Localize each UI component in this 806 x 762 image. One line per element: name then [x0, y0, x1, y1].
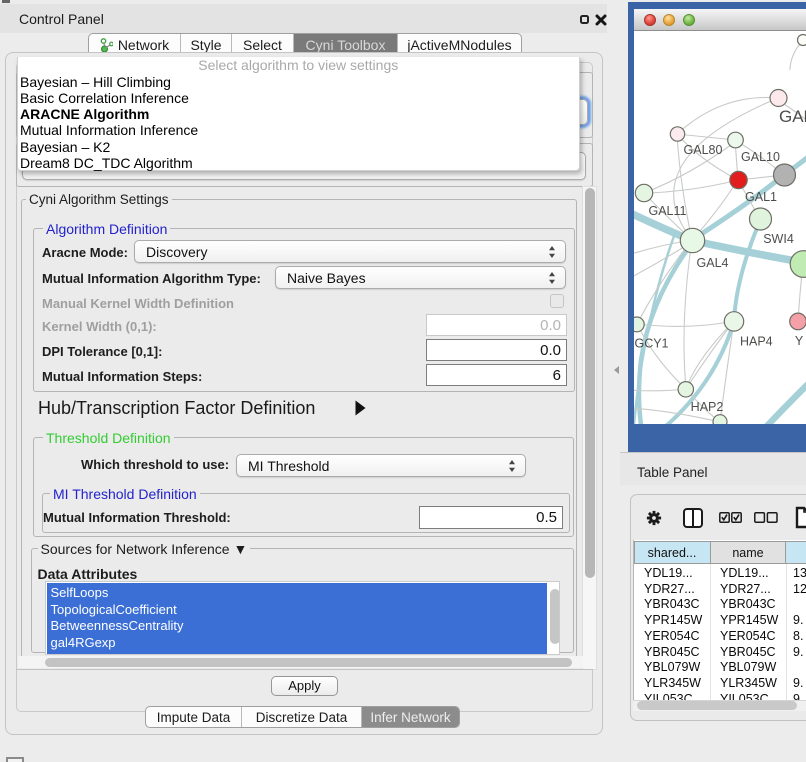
svg-text:HAP2: HAP2 [691, 400, 724, 414]
svg-text:GAL11: GAL11 [649, 204, 687, 218]
svg-text:GAL1: GAL1 [745, 190, 777, 204]
svg-text:HAP4: HAP4 [740, 335, 773, 349]
svg-text:SWI4: SWI4 [763, 232, 794, 246]
svg-text:GAL2: GAL2 [779, 107, 806, 126]
svg-text:GAL80: GAL80 [684, 143, 723, 157]
svg-text:Y: Y [795, 334, 804, 348]
svg-text:GAL10: GAL10 [741, 150, 780, 164]
svg-text:GCY1: GCY1 [634, 337, 668, 351]
svg-text:GAL4: GAL4 [697, 256, 729, 270]
